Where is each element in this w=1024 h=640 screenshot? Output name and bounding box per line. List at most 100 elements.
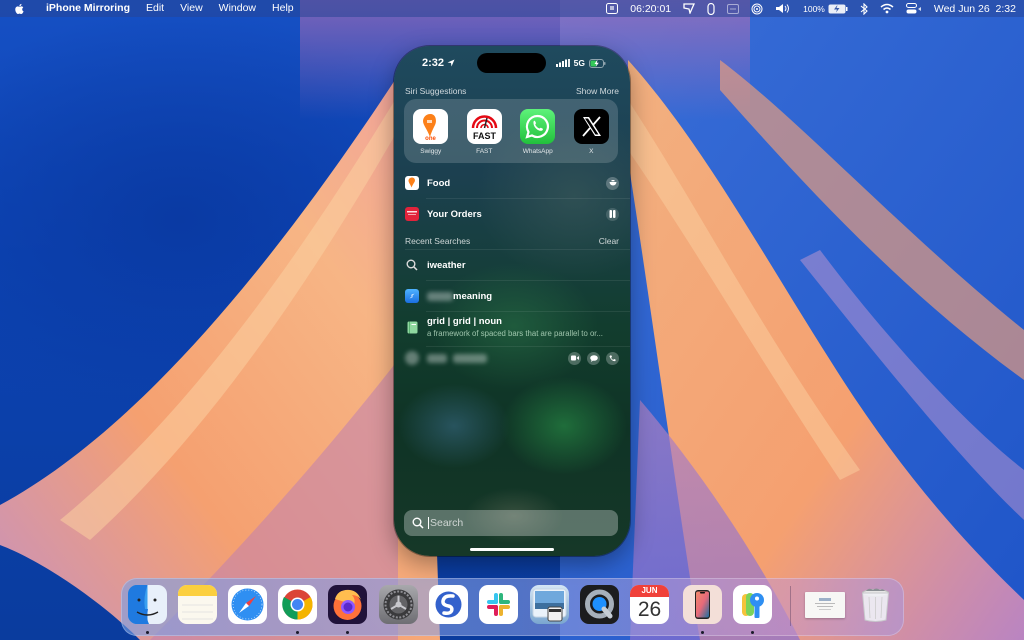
redacted-text — [453, 353, 487, 363]
dock-simplenote[interactable] — [429, 585, 468, 624]
quicktime-icon — [585, 589, 614, 619]
dock-chrome[interactable] — [278, 585, 317, 624]
wifi-icon[interactable] — [880, 3, 894, 14]
tag-icon[interactable] — [683, 3, 696, 14]
swiggy-icon: one — [413, 109, 449, 144]
running-indicator — [751, 631, 754, 634]
screen-mirroring-icon[interactable] — [606, 3, 619, 14]
svg-text:FAST: FAST — [473, 131, 497, 141]
preview-icon — [532, 588, 567, 622]
home-indicator[interactable] — [470, 548, 554, 551]
spotlight-search-field[interactable]: Search — [404, 510, 618, 536]
menubar-datetime[interactable]: Wed Jun 26 2:32 — [934, 3, 1016, 15]
clip-icon[interactable] — [707, 2, 715, 15]
calendar-day: 26 — [637, 598, 662, 621]
whatsapp-icon — [520, 109, 556, 144]
dock-safari[interactable] — [228, 585, 267, 624]
running-indicator — [701, 631, 704, 634]
suggested-app-label: Swiggy — [420, 148, 442, 155]
menu-view[interactable]: View — [172, 0, 211, 17]
video-call-icon[interactable] — [568, 351, 581, 365]
control-center-icon[interactable] — [905, 3, 922, 14]
redacted-text — [427, 353, 447, 363]
menu-bar: iPhone Mirroring Edit View Window Help 0… — [0, 0, 1024, 17]
shortcut-label: Your Orders — [427, 208, 482, 220]
dock-notes[interactable] — [178, 585, 217, 624]
message-icon[interactable] — [587, 351, 600, 365]
dock-iphone-mirroring[interactable] — [683, 585, 722, 624]
shortcut-food[interactable]: Food — [394, 168, 630, 198]
battery-percent: 100% — [803, 3, 825, 14]
safari-icon — [231, 588, 264, 621]
bluetooth-icon[interactable] — [860, 2, 868, 15]
recent-search-item[interactable]: iweather — [394, 250, 630, 280]
dock-separator — [790, 586, 791, 626]
dock-slack[interactable] — [479, 585, 518, 624]
chrome-icon — [282, 589, 313, 620]
trash-icon — [861, 588, 890, 622]
suggested-app-x[interactable]: X — [569, 109, 613, 155]
menu-app-name[interactable]: iPhone Mirroring — [38, 0, 138, 17]
safari-icon — [405, 289, 419, 303]
dictionary-icon — [405, 320, 419, 334]
dock-trash[interactable] — [856, 585, 895, 624]
dock-calendar[interactable]: JUN 26 — [630, 585, 669, 624]
apple-menu-icon[interactable] — [14, 3, 26, 15]
menu-edit[interactable]: Edit — [138, 0, 172, 17]
clear-button[interactable]: Clear — [599, 236, 619, 246]
dock-recent-document[interactable] — [805, 592, 845, 618]
timer-clock[interactable]: 06:20:01 — [630, 3, 671, 15]
search-icon — [412, 517, 424, 529]
recent-search-item[interactable]: meaning — [394, 281, 630, 311]
shortcut-label: Food — [427, 177, 451, 189]
calendar-month: JUN — [630, 585, 669, 597]
dock-preview[interactable] — [530, 585, 569, 624]
menu-help[interactable]: Help — [264, 0, 302, 17]
phone-status-bar: 2:32 5G — [394, 56, 630, 72]
location-arrow-icon — [447, 59, 455, 67]
siri-suggestions-card: one Swiggy FAST FAST WhatsApp X — [404, 99, 618, 163]
siri-suggestions-header: Siri Suggestions Show More — [405, 86, 619, 96]
dock-passwords[interactable] — [733, 585, 772, 624]
iphone-mirroring-window[interactable]: 2:32 5G Siri Suggestions Show More one S… — [394, 46, 630, 556]
food-bowl-icon[interactable] — [606, 176, 619, 190]
phone-time: 2:32 — [422, 57, 445, 69]
search-placeholder: Search — [430, 517, 464, 529]
menu-window[interactable]: Window — [211, 0, 264, 17]
suggested-app-whatsapp[interactable]: WhatsApp — [516, 109, 560, 155]
contact-avatar — [405, 351, 419, 365]
cutlery-icon[interactable] — [606, 207, 619, 221]
volume-icon[interactable] — [775, 3, 791, 14]
network-type: 5G — [573, 58, 585, 68]
dock-quicktime[interactable] — [580, 585, 619, 624]
display-icon[interactable] — [727, 3, 740, 14]
suggested-app-swiggy[interactable]: one Swiggy — [409, 109, 453, 155]
contact-suggestion[interactable] — [394, 343, 630, 373]
document-thumbnail-icon — [815, 598, 835, 610]
battery-indicator[interactable]: 100% — [803, 4, 848, 14]
suggested-app-fast[interactable]: FAST FAST — [462, 109, 506, 155]
dock-finder[interactable] — [128, 585, 167, 624]
show-more-button[interactable]: Show More — [576, 86, 619, 96]
notes-icon — [178, 585, 217, 620]
suggested-app-label: X — [589, 148, 594, 155]
suggested-app-label: FAST — [476, 148, 493, 155]
gear-icon — [383, 589, 414, 620]
recent-search-label: iweather — [427, 259, 466, 271]
x-app-icon — [573, 109, 609, 144]
recent-searches-header: Recent Searches Clear — [405, 236, 619, 246]
shortcut-your-orders[interactable]: Your Orders — [394, 199, 630, 229]
fast-speedtest-icon: FAST — [466, 109, 502, 144]
firefox-icon — [333, 589, 362, 620]
dock-system-settings[interactable] — [379, 585, 418, 624]
airdrop-icon[interactable] — [751, 3, 763, 15]
dock: JUN 26 — [121, 578, 904, 636]
dictionary-result[interactable]: grid | grid | noun a framework of spaced… — [394, 312, 630, 346]
svg-text:one: one — [425, 136, 436, 142]
dock-firefox[interactable] — [328, 585, 367, 624]
phone-call-icon[interactable] — [606, 351, 619, 365]
text-caret — [428, 517, 429, 529]
siri-suggestions-title: Siri Suggestions — [405, 86, 467, 96]
dictionary-definition: a framework of spaced bars that are para… — [427, 329, 603, 338]
iphone-mirroring-icon — [695, 590, 710, 619]
